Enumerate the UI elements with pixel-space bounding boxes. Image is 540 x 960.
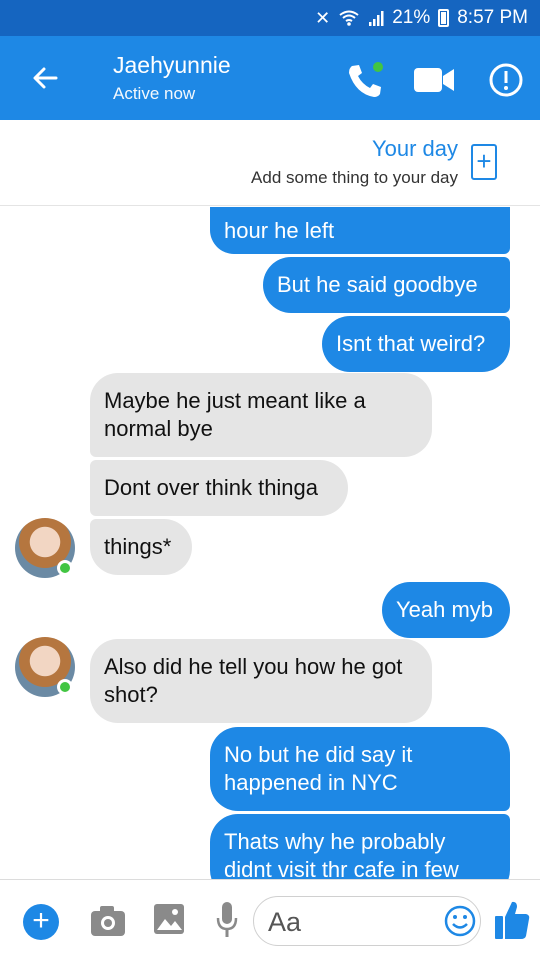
message-input[interactable]: Aa <box>253 896 481 946</box>
status-bar: ✕ 21% 8:57 PM <box>0 0 540 36</box>
your-day-title[interactable]: Your day <box>372 136 458 162</box>
contact-name[interactable]: Jaehyunnie <box>113 52 231 79</box>
phone-call-icon[interactable] <box>344 58 388 102</box>
message-incoming[interactable]: Maybe he just meant like a normal bye <box>90 373 432 457</box>
video-call-icon[interactable] <box>412 58 456 102</box>
back-arrow-icon[interactable] <box>26 58 66 98</box>
info-icon[interactable] <box>484 58 528 102</box>
status-time: 8:57 PM <box>457 7 528 28</box>
message-incoming[interactable]: Also did he tell you how he got shot? <box>90 639 432 723</box>
message-text: Maybe he just meant like a normal bye <box>104 388 366 441</box>
message-outgoing[interactable]: But he said goodbye <box>263 257 510 313</box>
message-outgoing[interactable]: Yeah myb <box>382 582 510 638</box>
message-text: Isnt that weird? <box>336 331 486 356</box>
message-incoming[interactable]: things* <box>90 519 192 575</box>
message-text: hour he left <box>224 217 335 243</box>
battery-icon <box>438 9 450 27</box>
your-day-banner[interactable]: Your day Add some thing to your day + <box>0 120 540 206</box>
message-thread[interactable]: hour he left But he said goodbye Isnt th… <box>0 207 540 879</box>
message-outgoing[interactable]: hour he left <box>210 207 510 254</box>
microphone-icon[interactable] <box>214 900 240 940</box>
battery-percent: 21% <box>392 7 431 28</box>
like-icon[interactable] <box>493 898 531 942</box>
contact-status: Active now <box>113 84 196 103</box>
your-day-subtitle: Add some thing to your day <box>251 168 458 187</box>
message-outgoing[interactable]: No but he did say it happened in NYC <box>210 727 510 811</box>
message-text: But he said goodbye <box>277 272 478 297</box>
message-input-placeholder: Aa <box>268 907 302 937</box>
add-story-button[interactable]: + <box>471 144 497 180</box>
message-text: Yeah myb <box>396 597 494 622</box>
message-incoming[interactable]: Dont over think thinga <box>90 460 348 516</box>
message-outgoing[interactable]: Thats why he probably didnt visit thr ca… <box>210 814 510 879</box>
message-text: Also did he tell you how he got shot? <box>104 654 403 707</box>
emoji-icon[interactable] <box>444 905 476 937</box>
wifi-icon <box>339 10 359 26</box>
mute-icon: ✕ <box>315 7 331 28</box>
message-composer: + Aa <box>0 879 540 960</box>
online-indicator <box>57 679 73 695</box>
message-text: Thats why he probably didnt visit thr ca… <box>224 829 459 879</box>
message-text: No but he did say it happened in NYC <box>224 742 413 795</box>
conversation-header: Jaehyunnie Active now <box>0 36 540 120</box>
message-text: Dont over think thinga <box>104 475 319 500</box>
camera-icon[interactable] <box>89 904 127 938</box>
signal-icon <box>369 11 384 26</box>
gallery-icon[interactable] <box>152 902 186 936</box>
message-text: things* <box>104 534 172 559</box>
online-indicator <box>57 560 73 576</box>
message-outgoing[interactable]: Isnt that weird? <box>322 316 510 372</box>
more-actions-button[interactable]: + <box>23 904 59 940</box>
